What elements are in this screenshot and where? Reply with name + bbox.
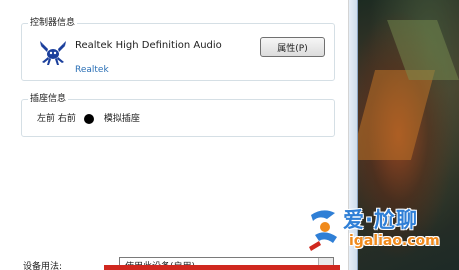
jack-type: 模拟插座 — [103, 114, 140, 124]
site-watermark: 爱·尬聊 igaliao.com — [305, 205, 459, 257]
device-properties-dialog: 控制器信息 Realtek High Definition Audio Real… — [0, 0, 349, 270]
jack-info-row: 左前 右前 模拟插座 — [37, 113, 140, 125]
jack-info-group: 插座信息 左前 右前 模拟插座 — [21, 93, 335, 137]
watermark-title: 爱·尬聊 — [343, 208, 418, 232]
realtek-crab-icon — [40, 41, 66, 65]
properties-button[interactable]: 属性(P) — [260, 37, 325, 57]
jack-info-title: 插座信息 — [28, 93, 69, 105]
controller-info-title: 控制器信息 — [28, 17, 78, 29]
jack-color-dot — [83, 114, 94, 124]
wallpaper-shape — [358, 70, 436, 160]
vendor-link[interactable]: Realtek — [75, 64, 109, 76]
controller-info-group: 控制器信息 Realtek High Definition Audio Real… — [21, 17, 335, 81]
watermark-logo-icon — [309, 210, 337, 251]
device-name: Realtek High Definition Audio — [75, 40, 222, 51]
jack-position: 左前 右前 — [37, 114, 76, 124]
watermark-url: igaliao.com — [349, 233, 440, 249]
highlight-bar — [104, 265, 340, 270]
device-usage-label: 设备用法: — [23, 262, 63, 270]
